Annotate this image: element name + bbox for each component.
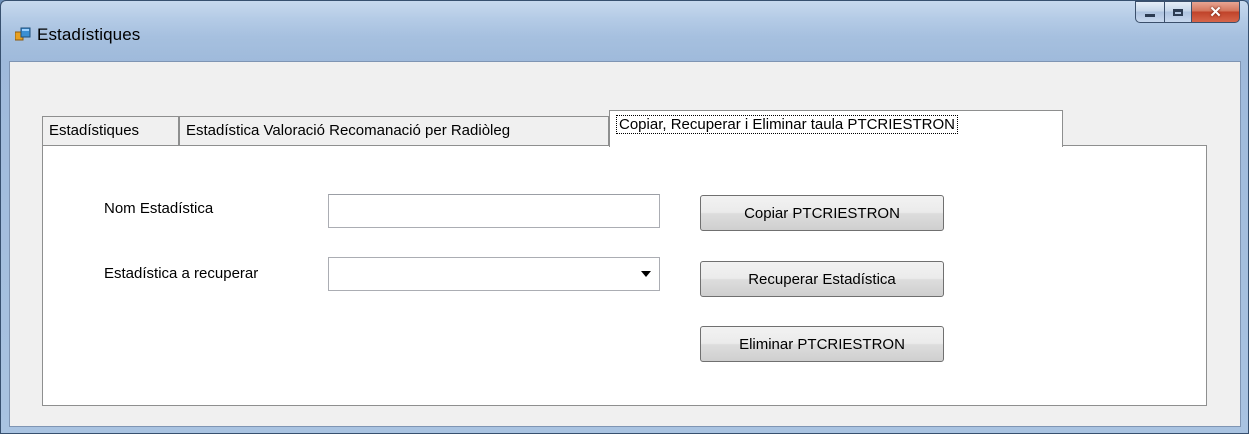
tab-label: Estadístiques bbox=[49, 122, 140, 139]
tab-estadistiques[interactable]: Estadístiques bbox=[42, 116, 179, 146]
tab-label: Copiar, Recuperar i Eliminar taula PTCRI… bbox=[616, 115, 958, 134]
nom-estadistica-input[interactable] bbox=[328, 194, 660, 228]
minimize-icon bbox=[1145, 14, 1155, 17]
close-icon: ✕ bbox=[1209, 3, 1222, 21]
eliminar-ptcriestron-button[interactable]: Eliminar PTCRIESTRON bbox=[700, 326, 944, 362]
tab-valoracio-radioleg[interactable]: Estadística Valoració Recomanació per Ra… bbox=[179, 116, 609, 146]
estadistica-recuperar-dropdown[interactable] bbox=[328, 257, 660, 291]
minimize-button[interactable] bbox=[1135, 1, 1164, 23]
chevron-down-icon[interactable] bbox=[641, 271, 651, 277]
close-button[interactable]: ✕ bbox=[1191, 1, 1240, 23]
maximize-icon bbox=[1173, 8, 1183, 16]
maximize-button[interactable] bbox=[1164, 1, 1191, 23]
recuperar-estadistica-button[interactable]: Recuperar Estadística bbox=[700, 261, 944, 297]
tab-copiar-recuperar-eliminar[interactable]: Copiar, Recuperar i Eliminar taula PTCRI… bbox=[609, 110, 1063, 147]
copiar-ptcriestron-button[interactable]: Copiar PTCRIESTRON bbox=[700, 195, 944, 231]
estadistica-recuperar-label: Estadística a recuperar bbox=[104, 265, 259, 282]
window-controls: ✕ bbox=[1135, 1, 1240, 23]
nom-estadistica-label: Nom Estadística bbox=[104, 200, 214, 217]
title-bar[interactable]: Estadístiques ✕ bbox=[1, 1, 1248, 67]
tab-label: Estadística Valoració Recomanació per Ra… bbox=[186, 122, 511, 139]
window-title: Estadístiques bbox=[37, 25, 141, 44]
app-icon bbox=[15, 27, 31, 41]
